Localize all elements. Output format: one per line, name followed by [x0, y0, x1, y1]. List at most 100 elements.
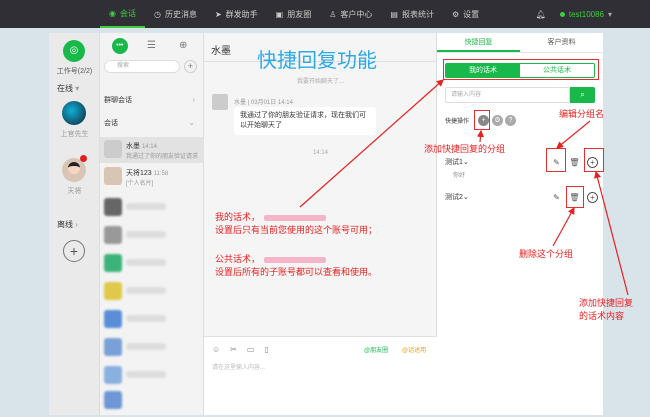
- message-bubble: 我通过了你的朋友验证请求，现在我们可以开始聊天了: [234, 107, 376, 135]
- nav-moments[interactable]: ▣ 朋友圈: [267, 0, 321, 28]
- quick-reply-panel: 快捷回复 客户资料 我的话术 公共话术 请输入内容 ⌕ 快捷操作 + ⚙ ? 测…: [437, 33, 603, 415]
- blurred-avatar: [104, 254, 122, 272]
- blurred-avatar: [104, 226, 122, 244]
- chevron-right-icon: ›: [75, 220, 78, 229]
- section-label: 群聊会话: [104, 97, 132, 104]
- offline-section[interactable]: 离线 ›: [57, 219, 78, 230]
- folder-icon[interactable]: ▭: [247, 345, 255, 354]
- trash-icon[interactable]: 🗑︎: [569, 192, 580, 203]
- tab-quick-reply[interactable]: 快捷回复: [437, 33, 520, 52]
- note-add-group: 添加快捷回复的分组: [424, 144, 506, 154]
- edit-icon[interactable]: ✎: [551, 157, 562, 168]
- person-icon: ♙: [329, 9, 337, 19]
- input-toolbar: ☺ ✂ ▭ ▯: [212, 345, 269, 354]
- trash-icon[interactable]: 🗑︎: [569, 157, 580, 168]
- note-line: 公共话术，: [215, 253, 377, 266]
- note-line: 设置后所有的子账号都可以查看和使用。: [215, 267, 378, 277]
- account-avatar[interactable]: [62, 101, 86, 125]
- note-public-phrases: 公共话术， 设置后所有的子账号都可以查看和使用。: [215, 253, 377, 279]
- note-line: 我的话术，: [215, 211, 377, 224]
- contacts-icon[interactable]: ☰: [143, 38, 159, 54]
- settings-icon[interactable]: ⚙: [492, 115, 503, 126]
- chevron-down-icon: ⌄: [462, 194, 469, 201]
- conversation-item[interactable]: 天将123 11:58 [个人名片]: [100, 164, 204, 190]
- add-phrase-icon[interactable]: +: [587, 192, 598, 203]
- blurred-avatar: [104, 391, 122, 409]
- add-group-icon[interactable]: +: [478, 115, 489, 126]
- nav-history[interactable]: ◷ 历史消息: [145, 0, 206, 28]
- card-icon[interactable]: ▯: [264, 345, 268, 354]
- group-item[interactable]: 测试1⌄: [445, 157, 469, 167]
- note-line: 的话术内容: [579, 311, 625, 321]
- chevron-down-icon[interactable]: ▾: [608, 10, 612, 19]
- send-moments-button[interactable]: @朋友圈: [364, 345, 388, 354]
- phrase-search-input[interactable]: 请输入内容: [445, 87, 570, 103]
- session-section[interactable]: 会话 ⌄: [104, 118, 200, 128]
- avatar: [212, 94, 228, 110]
- group-item[interactable]: 测试2⌄: [445, 192, 469, 202]
- add-button[interactable]: +: [184, 60, 197, 73]
- online-section[interactable]: 在线 ▾: [57, 83, 79, 94]
- edit-icon[interactable]: ✎: [551, 192, 562, 203]
- add-friend-icon[interactable]: ⊕: [175, 38, 191, 54]
- blurred-text: [126, 343, 166, 350]
- nav-customers[interactable]: ♙ 客户中心: [320, 0, 381, 28]
- redacted-bar: [264, 256, 327, 263]
- top-right-area: 🔔︎ test10086 ▾: [536, 0, 612, 28]
- search-button[interactable]: ⌕: [570, 87, 595, 103]
- image-icon: ▣: [275, 9, 284, 19]
- avatar: [104, 167, 122, 185]
- blurred-avatar: [104, 366, 122, 384]
- nav-broadcast[interactable]: ➤ 群发助手: [206, 0, 267, 28]
- tab-customer-info[interactable]: 客户资料: [520, 33, 603, 52]
- conversation-name: 天将123 11:58: [126, 168, 168, 178]
- blurred-avatar: [104, 338, 122, 356]
- emoji-icon[interactable]: ☺: [212, 345, 220, 354]
- unread-badge: [80, 155, 87, 162]
- blurred-text: [126, 287, 166, 294]
- quick-op-label: 快捷操作: [445, 119, 470, 125]
- scissors-icon[interactable]: ✂: [230, 345, 237, 354]
- group-chat-section[interactable]: 群聊会话 ›: [104, 95, 200, 105]
- account-name: 天将: [67, 188, 82, 195]
- help-icon[interactable]: ?: [505, 115, 516, 126]
- chevron-right-icon: ›: [192, 95, 195, 104]
- bell-icon[interactable]: 🔔︎: [536, 10, 546, 19]
- add-phrase-icon[interactable]: +: [587, 157, 598, 168]
- conversation-time: 14:14: [141, 144, 157, 150]
- nav-settings[interactable]: ⚙ 设置: [443, 0, 488, 28]
- wechat-logo-icon[interactable]: ◎: [63, 40, 85, 62]
- search-input[interactable]: 搜索: [104, 60, 180, 73]
- conversation-time: 11:58: [153, 171, 169, 177]
- main-nav: ◉ 会话 ◷ 历史消息 ➤ 群发助手 ▣ 朋友圈 ♙ 客户中心 ▤ 报表统计 ⚙ 设置: [100, 0, 488, 28]
- avatar: [104, 140, 122, 158]
- note-text: 我的话术，: [215, 212, 261, 222]
- phrase-item[interactable]: 你好: [453, 170, 465, 179]
- note-line: 设置后只有当前您使用的这个账号可用；: [215, 225, 378, 235]
- nav-reports[interactable]: ▤ 报表统计: [381, 0, 443, 28]
- system-message: 我要开始聊天了...: [296, 79, 344, 85]
- message-meta: 水墨 | 03月01日 14:14: [234, 100, 293, 106]
- add-account-button[interactable]: +: [63, 240, 85, 262]
- message-input-area: ☺ ✂ ▭ ▯ @朋友圈 @话述用 请在这里输入内容...: [204, 336, 437, 415]
- note-add-content: 添加快捷回复 的话术内容: [579, 297, 633, 323]
- group-name: 测试1: [445, 159, 463, 166]
- user-name[interactable]: test10086: [569, 10, 604, 19]
- quick-reply-button[interactable]: @话述用: [402, 345, 426, 354]
- chat-title: 水墨: [211, 46, 231, 57]
- nav-chat[interactable]: ◉ 会话: [100, 0, 145, 28]
- my-phrases-button[interactable]: 我的话术: [446, 64, 520, 77]
- avatar-face: [68, 162, 80, 174]
- contact-column: ••• ☰ ⊕ ⌕ 搜索 + 群聊会话› 会话⌄ 水墨 14:14 我通过了你的…: [100, 33, 204, 415]
- public-phrases-button[interactable]: 公共话术: [520, 64, 594, 77]
- name-text: 水墨: [126, 143, 140, 150]
- blurred-text: [126, 315, 166, 322]
- top-nav-bar: ◉ 会话 ◷ 历史消息 ➤ 群发助手 ▣ 朋友圈 ♙ 客户中心 ▤ 报表统计 ⚙ 设置 🔔︎ …: [0, 0, 650, 28]
- workbench-label: 工作号(2/2): [56, 68, 93, 75]
- clock-icon: ◷: [153, 9, 161, 19]
- blurred-text: [126, 259, 166, 266]
- message-input[interactable]: 请在这里输入内容...: [212, 362, 265, 371]
- chevron-down-icon: ⌄: [188, 118, 195, 127]
- chat-bubble-icon[interactable]: •••: [111, 38, 128, 54]
- conversation-item[interactable]: 水墨 14:14 我通过了你的朋友验证请求: [100, 137, 204, 163]
